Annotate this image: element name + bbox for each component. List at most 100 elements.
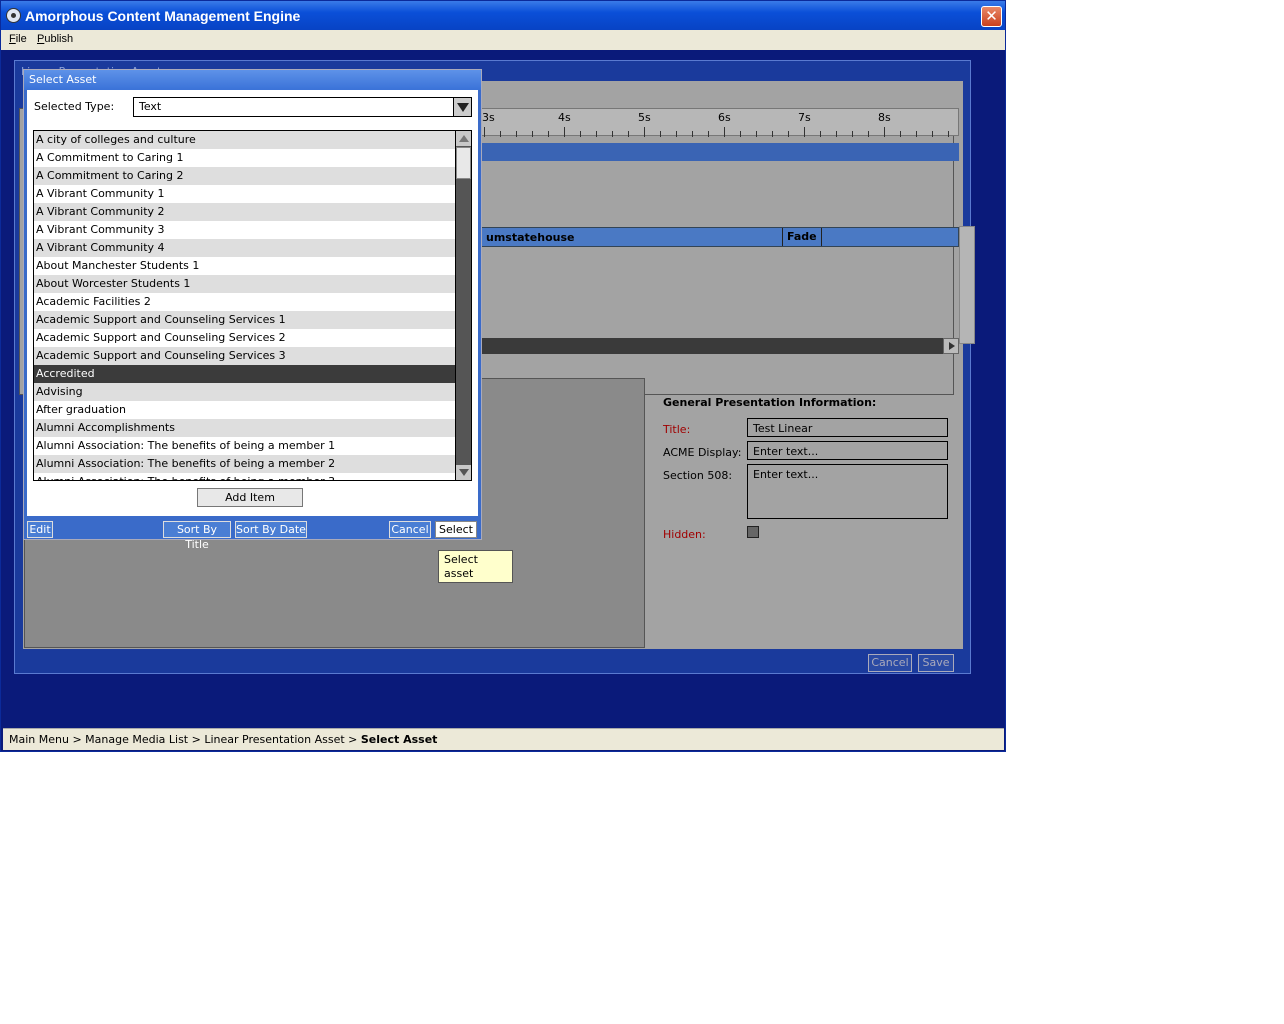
ruler-tick bbox=[692, 131, 693, 137]
app-gear-icon bbox=[6, 8, 21, 23]
list-item[interactable]: Academic Support and Counseling Services… bbox=[34, 329, 456, 347]
select-tooltip: Select asset bbox=[438, 550, 513, 583]
breadcrumb-path: Main Menu > Manage Media List > Linear P… bbox=[9, 733, 361, 746]
select-asset-dialog: Select Asset Selected Type: Text A city … bbox=[23, 69, 482, 551]
ruler-tick bbox=[676, 131, 677, 137]
window-title: Amorphous Content Management Engine bbox=[25, 8, 301, 24]
ruler-tick bbox=[900, 131, 901, 137]
section-508-label: Section 508: bbox=[663, 469, 733, 482]
type-label: Selected Type: bbox=[34, 100, 115, 113]
close-icon[interactable]: ✕ bbox=[981, 6, 1002, 27]
list-item[interactable]: A Vibrant Community 3 bbox=[34, 221, 456, 239]
time-ruler: 3s 4s 5s 6s 7s 8s bbox=[479, 108, 960, 137]
timeline-horizontal-scrollbar[interactable] bbox=[479, 338, 959, 354]
timeline-track[interactable]: umstatehouse Fade bbox=[479, 227, 959, 247]
add-item-button[interactable]: Add Item bbox=[197, 488, 303, 507]
sort-by-date-button[interactable]: Sort By Date bbox=[235, 521, 307, 538]
ruler-tick bbox=[644, 127, 645, 137]
title-field[interactable]: Test Linear bbox=[747, 418, 948, 437]
list-item[interactable]: Alumni Association: The benefits of bein… bbox=[34, 437, 456, 455]
list-item[interactable]: A Vibrant Community 4 bbox=[34, 239, 456, 257]
ruler-tick bbox=[580, 131, 581, 137]
ruler-tick bbox=[660, 131, 661, 137]
list-item[interactable]: A city of colleges and culture bbox=[34, 131, 456, 149]
timeline-playhead-bar[interactable] bbox=[479, 143, 959, 161]
sort-by-title-button[interactable]: Sort By Title bbox=[163, 521, 231, 551]
scroll-down-icon[interactable] bbox=[456, 465, 471, 480]
panel-save-button[interactable]: Save bbox=[918, 654, 954, 672]
status-bar: Main Menu > Manage Media List > Linear P… bbox=[3, 728, 1004, 750]
list-item[interactable]: A Vibrant Community 1 bbox=[34, 185, 456, 203]
list-item[interactable]: Academic Support and Counseling Services… bbox=[34, 347, 456, 365]
breadcrumb: Main Menu > Manage Media List > Linear P… bbox=[9, 733, 437, 746]
title-label: Title: bbox=[663, 423, 691, 436]
menu-bar: File Publish bbox=[1, 30, 1005, 50]
edit-button[interactable]: Edit bbox=[27, 521, 53, 538]
ruler-tick bbox=[596, 131, 597, 137]
hidden-label: Hidden: bbox=[663, 528, 706, 541]
ruler-tick bbox=[564, 127, 565, 137]
type-value: Text bbox=[139, 100, 162, 113]
breadcrumb-current: Select Asset bbox=[360, 733, 438, 746]
hidden-checkbox[interactable] bbox=[747, 526, 759, 538]
list-item[interactable]: Alumni Accomplishments bbox=[34, 419, 456, 437]
menu-file[interactable]: File bbox=[9, 33, 27, 45]
list-item[interactable]: Alumni Association: The benefits of bein… bbox=[34, 455, 456, 473]
track-name: umstatehouse bbox=[486, 231, 575, 244]
menu-publish[interactable]: Publish bbox=[37, 33, 73, 45]
list-scrollbar[interactable] bbox=[455, 131, 471, 480]
ruler-tick bbox=[708, 131, 709, 137]
ruler-tick bbox=[628, 131, 629, 137]
info-heading: General Presentation Information: bbox=[663, 396, 877, 409]
list-item[interactable]: A Commitment to Caring 2 bbox=[34, 167, 456, 185]
ruler-tick bbox=[932, 131, 933, 137]
timeline-vertical-scrollbar[interactable] bbox=[959, 226, 975, 344]
list-item[interactable]: Accredited bbox=[34, 365, 456, 383]
ruler-tick bbox=[852, 131, 853, 137]
ruler-tick bbox=[740, 131, 741, 137]
ruler-tick bbox=[804, 127, 805, 137]
list-item[interactable]: About Manchester Students 1 bbox=[34, 257, 456, 275]
transition-label[interactable]: Fade bbox=[782, 228, 822, 246]
dialog-cancel-button[interactable]: Cancel bbox=[389, 521, 431, 538]
list-item[interactable]: A Vibrant Community 2 bbox=[34, 203, 456, 221]
ruler-ticks bbox=[480, 109, 960, 137]
dialog-title: Select Asset bbox=[29, 73, 97, 86]
list-item[interactable]: Advising bbox=[34, 383, 456, 401]
scroll-thumb[interactable] bbox=[456, 147, 471, 179]
ruler-tick bbox=[516, 131, 517, 137]
select-button[interactable]: Select bbox=[435, 521, 477, 538]
dialog-body: Selected Type: Text A city of colleges a… bbox=[27, 90, 478, 516]
panel-cancel-button[interactable]: Cancel bbox=[868, 654, 912, 672]
list-item[interactable]: Academic Support and Counseling Services… bbox=[34, 311, 456, 329]
ruler-tick bbox=[724, 127, 725, 137]
dialog-title-bar[interactable]: Select Asset bbox=[24, 70, 481, 90]
ruler-tick bbox=[884, 127, 885, 137]
type-select[interactable]: Text bbox=[133, 97, 472, 117]
scroll-up-icon[interactable] bbox=[456, 131, 471, 146]
presentation-info: General Presentation Information: Title:… bbox=[653, 386, 953, 636]
ruler-tick bbox=[772, 131, 773, 137]
ruler-tick bbox=[500, 131, 501, 137]
ruler-tick bbox=[612, 131, 613, 137]
ruler-tick bbox=[532, 131, 533, 137]
ruler-tick bbox=[868, 131, 869, 137]
dropdown-arrow-icon[interactable] bbox=[453, 98, 471, 116]
list-item[interactable]: About Worcester Students 1 bbox=[34, 275, 456, 293]
ruler-tick bbox=[820, 131, 821, 137]
scroll-right-icon[interactable] bbox=[943, 338, 959, 354]
list-item[interactable]: Academic Facilities 2 bbox=[34, 293, 456, 311]
list-item[interactable]: Alumni Association: The benefits of bein… bbox=[34, 473, 456, 480]
asset-list[interactable]: A city of colleges and culture A Commitme… bbox=[33, 130, 472, 481]
ruler-tick bbox=[948, 131, 949, 137]
section-508-field[interactable]: Enter text... bbox=[747, 464, 948, 519]
list-item[interactable]: After graduation bbox=[34, 401, 456, 419]
acme-display-field[interactable]: Enter text... bbox=[747, 441, 948, 460]
ruler-tick bbox=[756, 131, 757, 137]
title-bar: Amorphous Content Management Engine ✕ bbox=[1, 1, 1005, 30]
acme-display-label: ACME Display: bbox=[663, 446, 742, 459]
list-item[interactable]: A Commitment to Caring 1 bbox=[34, 149, 456, 167]
ruler-tick bbox=[788, 131, 789, 137]
ruler-tick bbox=[916, 131, 917, 137]
ruler-tick bbox=[548, 131, 549, 137]
